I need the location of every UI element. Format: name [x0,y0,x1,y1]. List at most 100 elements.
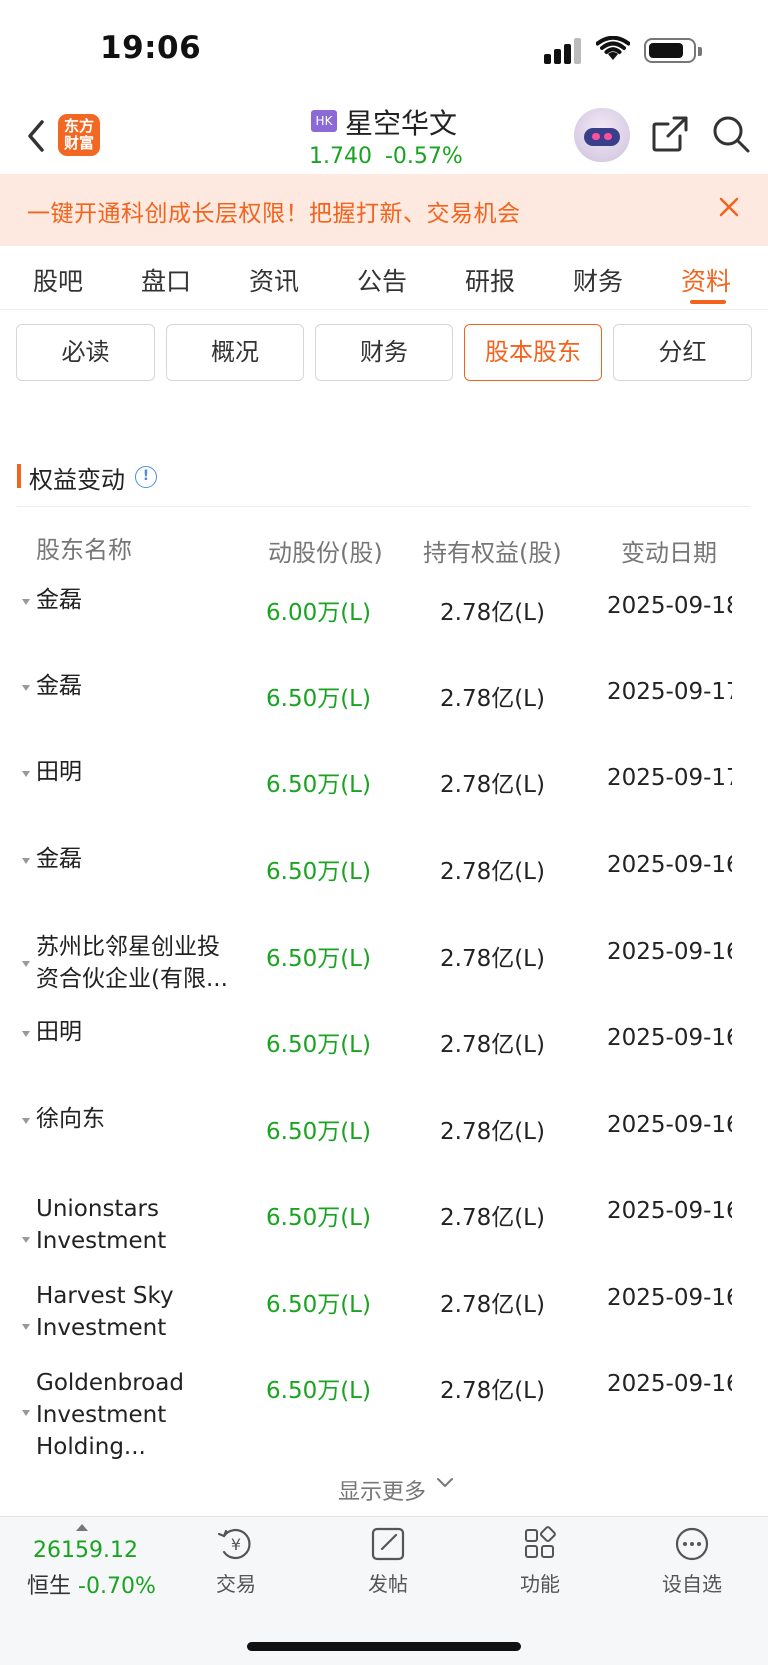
change-date: 2025-09-16 [607,1112,732,1138]
tab-announcements[interactable]: 公告 [357,262,407,298]
logo-text: 东方财富 [63,117,94,152]
shareholder-name: Harvest Sky Investment [36,1283,174,1341]
holding: 2.78亿(L) [440,772,545,798]
post-button[interactable]: 发帖 [348,1526,428,1597]
change-date: 2025-09-16 [607,1371,732,1397]
share-change: 6.50万(L) [266,1292,371,1318]
promo-banner[interactable]: 一键开通科创成长层权限！把握打新、交易机会 [0,174,768,246]
share-change: 6.50万(L) [266,772,371,798]
subtab-dividend[interactable]: 分红 [613,324,752,381]
table-row[interactable]: 田明 6.50万(L) 2.78亿(L) 2025-09-17 [0,752,768,838]
share-change: 6.50万(L) [266,859,371,885]
status-bar: 19:06 [0,0,768,100]
search-icon[interactable] [711,114,751,154]
share-icon[interactable] [650,114,690,154]
change-date: 2025-09-17 [607,765,732,791]
subtab-must-read[interactable]: 必读 [16,324,155,381]
shareholder-name: 金磊 [36,846,82,872]
shareholder-name: 金磊 [36,587,82,613]
expand-caret-icon[interactable] [22,1031,30,1037]
table-row[interactable]: 金磊 6.50万(L) 2.78亿(L) 2025-09-16 [0,839,768,925]
stock-quote: 1.740 -0.57% [309,144,463,169]
main-tabs: 股吧 盘口 资讯 公告 研报 财务 资料 [0,246,768,310]
share-change: 6.50万(L) [266,946,371,972]
tab-pankou[interactable]: 盘口 [141,262,191,298]
share-change: 6.50万(L) [266,1119,371,1145]
holding: 2.78亿(L) [440,1378,545,1404]
tab-research[interactable]: 研报 [465,262,515,298]
table-row[interactable]: 田明 6.50万(L) 2.78亿(L) 2025-09-16 [0,1012,768,1098]
close-icon[interactable] [718,196,740,218]
share-change: 6.50万(L) [266,686,371,712]
expand-caret-icon[interactable] [22,1118,30,1124]
more-dots-icon [675,1527,709,1561]
back-arrow-icon[interactable] [22,116,52,156]
holding: 2.78亿(L) [440,1205,545,1231]
change-date: 2025-09-17 [607,679,732,705]
stock-name: 星空华文 [345,107,458,140]
tab-guba[interactable]: 股吧 [33,262,83,298]
section-divider [17,506,750,507]
share-change: 6.50万(L) [266,1378,371,1404]
trade-button[interactable]: ¥ 交易 [196,1526,276,1597]
holding: 2.78亿(L) [440,1032,545,1058]
table-row[interactable]: Unionstars Investment 6.50万(L) 2.78亿(L) … [0,1185,768,1271]
home-indicator[interactable] [247,1642,521,1651]
index-ticker[interactable]: 恒生 -0.70% [27,1568,156,1600]
shareholder-name: 金磊 [36,673,82,699]
add-watchlist-button[interactable]: 设自选 [652,1526,732,1597]
column-header-change: 动股份(股) [268,539,383,567]
change-date: 2025-09-16 [607,1198,732,1224]
market-badge: HK [311,110,337,132]
expand-caret-icon[interactable] [22,858,30,864]
table-row[interactable]: 徐向东 6.50万(L) 2.78亿(L) 2025-09-16 [0,1099,768,1185]
subtab-finance[interactable]: 财务 [315,324,453,381]
shareholder-name: Unionstars Investment [36,1196,167,1254]
change-date: 2025-09-16 [607,939,732,965]
post-label: 发帖 [368,1572,408,1596]
stock-change: -0.57% [384,144,463,169]
chevron-down-icon[interactable] [436,1476,454,1490]
table-row[interactable]: 金磊 6.50万(L) 2.78亿(L) 2025-09-17 [0,666,768,752]
share-change: 6.00万(L) [266,600,371,626]
compose-icon [371,1527,405,1561]
tab-finance[interactable]: 财务 [573,262,623,298]
share-change: 6.50万(L) [266,1032,371,1058]
banner-text: 一键开通科创成长层权限！把握打新、交易机会 [27,201,521,227]
change-date: 2025-09-18 [607,593,732,619]
table-row[interactable]: Harvest Sky Investment 6.50万(L) 2.78亿(L)… [0,1272,768,1358]
tab-profile[interactable]: 资料 [681,262,731,298]
expand-caret-icon[interactable] [22,599,30,605]
shareholder-name: Goldenbroad Investment Holding... [36,1370,184,1460]
grid-icon [525,1526,556,1558]
app-logo: 东方财富 [58,114,100,156]
expand-caret-icon[interactable] [22,1410,30,1416]
holding: 2.78亿(L) [440,946,545,972]
expand-caret-icon[interactable] [22,1324,30,1330]
info-icon[interactable]: ! [135,466,157,488]
show-more-button[interactable]: 显示更多 [338,1474,426,1506]
expand-caret-icon[interactable] [22,771,30,777]
expand-caret-icon[interactable] [22,961,30,967]
functions-button[interactable]: 功能 [500,1526,580,1597]
expand-caret-icon[interactable] [22,685,30,691]
subtab-shareholders[interactable]: 股本股东 [464,324,602,381]
change-date: 2025-09-16 [607,1285,732,1311]
table-row[interactable]: 苏州比邻星创业投资合伙企业(有限... 6.50万(L) 2.78亿(L) 20… [0,925,768,1011]
expand-up-icon[interactable] [76,1524,88,1531]
holding: 2.78亿(L) [440,600,545,626]
cellular-signal-icon [544,38,584,64]
trade-label: 交易 [216,1572,256,1596]
index-value[interactable]: 26159.12 [33,1538,138,1563]
status-time: 19:06 [100,30,202,66]
tab-news[interactable]: 资讯 [249,262,299,298]
holding: 2.78亿(L) [440,1292,545,1318]
expand-caret-icon[interactable] [22,1237,30,1243]
table-row[interactable]: 金磊 6.00万(L) 2.78亿(L) 2025-09-18 [0,580,768,666]
functions-label: 功能 [520,1572,560,1596]
svg-text:¥: ¥ [231,1535,241,1554]
subtab-overview[interactable]: 概况 [166,324,304,381]
assistant-robot-icon[interactable] [574,108,630,162]
table-row[interactable]: Goldenbroad Investment Holding... 6.50万(… [0,1358,768,1462]
section-title: 权益变动 [29,466,125,494]
